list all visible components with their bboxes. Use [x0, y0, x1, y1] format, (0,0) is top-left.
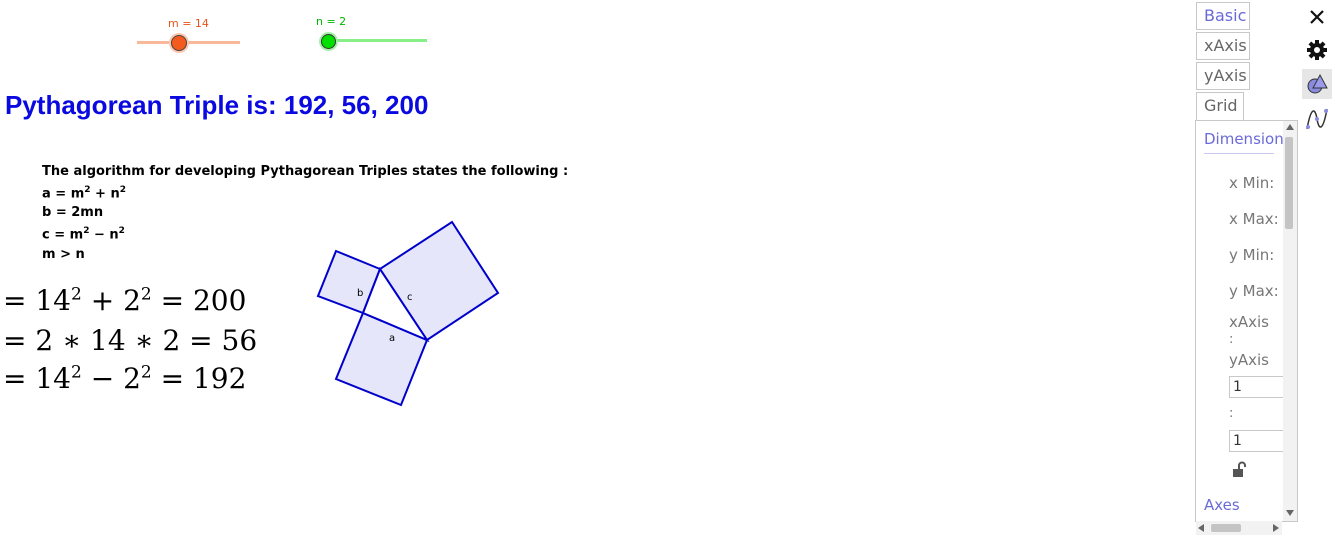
scroll-down-icon[interactable] — [1286, 510, 1294, 516]
tab-basic[interactable]: Basic — [1196, 2, 1250, 30]
x-min-label: x Min: — [1229, 174, 1275, 192]
ratio-yaxis-label: yAxis — [1229, 351, 1269, 369]
label-c: c — [407, 292, 413, 303]
y-min-label: y Min: — [1229, 246, 1275, 264]
ratio-colon-label: : — [1229, 332, 1234, 347]
tab-xaxis[interactable]: xAxis — [1196, 32, 1250, 60]
section-dimensions[interactable]: Dimensions — [1204, 130, 1292, 148]
pythagoras-figure: b c a — [316, 220, 500, 407]
ratio-separator: : — [1229, 406, 1234, 421]
scroll-right-icon[interactable] — [1273, 524, 1279, 532]
graphics-style-icon[interactable] — [1302, 69, 1332, 99]
tab-grid[interactable]: Grid — [1196, 92, 1244, 120]
horizontal-scrollbar[interactable] — [1196, 521, 1282, 535]
curve-tool-icon[interactable] — [1302, 104, 1332, 134]
section-underline — [1204, 153, 1274, 154]
scroll-left-icon[interactable] — [1198, 524, 1204, 532]
x-max-label: x Max: — [1229, 210, 1279, 228]
unlock-icon[interactable] — [1232, 461, 1248, 483]
close-icon[interactable] — [1302, 2, 1332, 32]
y-max-label: y Max: — [1229, 282, 1279, 300]
horizontal-scroll-thumb[interactable] — [1211, 524, 1241, 532]
ratio-xaxis-label: xAxis — [1229, 313, 1269, 331]
scroll-up-icon[interactable] — [1286, 124, 1294, 130]
ratio-x-input[interactable]: 1 — [1229, 376, 1289, 398]
tab-yaxis[interactable]: yAxis — [1196, 62, 1250, 90]
gear-icon[interactable] — [1302, 35, 1332, 65]
label-b: b — [357, 288, 363, 299]
section-axes[interactable]: Axes — [1204, 496, 1240, 514]
vertical-scrollbar[interactable] — [1283, 121, 1297, 521]
ratio-y-input[interactable]: 1 — [1229, 430, 1289, 452]
vertical-scroll-thumb[interactable] — [1285, 137, 1293, 229]
graphics-view[interactable]: m = 14 n = 2 Pythagorean Triple is: 192,… — [0, 0, 1188, 539]
label-a: a — [389, 333, 395, 344]
